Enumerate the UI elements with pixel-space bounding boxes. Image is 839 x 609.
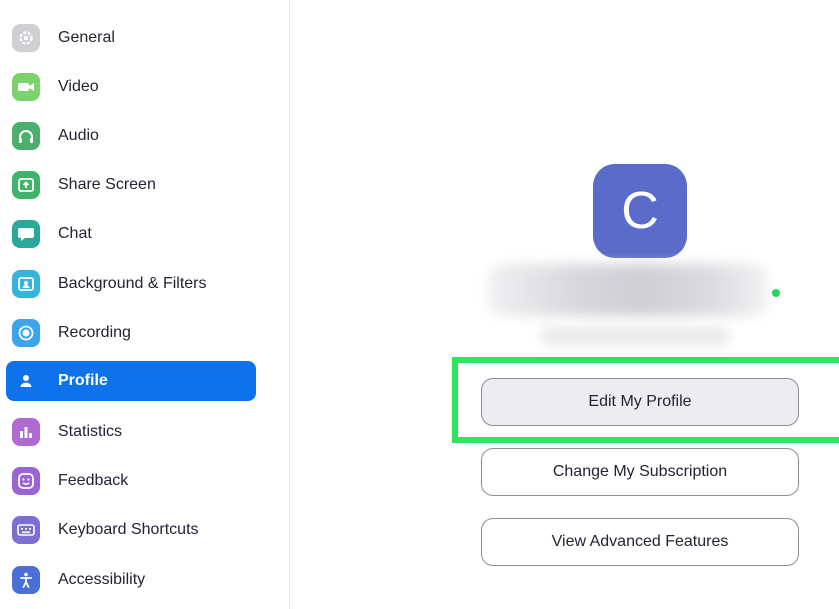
redacted-email (540, 326, 730, 346)
sidebar-item-profile[interactable]: Profile (6, 361, 256, 401)
sidebar-item-label: Chat (58, 225, 92, 242)
video-camera-icon (12, 73, 40, 101)
share-screen-icon (12, 171, 40, 199)
sidebar-item-label: Keyboard Shortcuts (58, 521, 199, 538)
sidebar-item-share-screen[interactable]: Share Screen (6, 165, 256, 205)
sidebar-item-label: General (58, 29, 115, 46)
sidebar-item-label: Profile (58, 372, 108, 389)
settings-window: General Video Audio Share Screen Chat Ba… (0, 0, 839, 609)
smiley-icon (12, 467, 40, 495)
sidebar-item-label: Audio (58, 127, 99, 144)
sidebar-item-feedback[interactable]: Feedback (6, 461, 256, 501)
sidebar-item-chat[interactable]: Chat (6, 214, 256, 254)
avatar-initial: C (621, 182, 659, 240)
keyboard-icon (12, 516, 40, 544)
headphones-icon (12, 122, 40, 150)
sidebar-item-label: Accessibility (58, 571, 146, 588)
sidebar-item-keyboard-shortcuts[interactable]: Keyboard Shortcuts (6, 510, 256, 550)
bar-chart-icon (12, 418, 40, 446)
settings-sidebar: General Video Audio Share Screen Chat Ba… (0, 0, 290, 609)
sidebar-item-label: Feedback (58, 472, 129, 489)
sidebar-item-label: Video (58, 78, 99, 95)
sidebar-item-video[interactable]: Video (6, 67, 256, 107)
avatar[interactable]: C (593, 164, 687, 258)
sidebar-item-label: Share Screen (58, 176, 156, 193)
sidebar-item-label: Recording (58, 324, 131, 341)
redacted-display-name (488, 264, 768, 316)
sidebar-item-audio[interactable]: Audio (6, 116, 256, 156)
chat-bubble-icon (12, 220, 40, 248)
sidebar-item-background-filters[interactable]: Background & Filters (6, 264, 256, 304)
sidebar-item-recording[interactable]: Recording (6, 313, 256, 353)
accessibility-icon (12, 566, 40, 594)
sidebar-item-accessibility[interactable]: Accessibility (6, 560, 256, 600)
background-person-icon (12, 270, 40, 298)
sidebar-item-label: Background & Filters (58, 275, 207, 292)
presence-status-dot (772, 289, 780, 297)
sidebar-item-general[interactable]: General (6, 18, 256, 58)
highlight-box (452, 357, 839, 443)
gear-icon (12, 24, 40, 52)
person-icon (12, 367, 40, 395)
sidebar-item-label: Statistics (58, 423, 123, 440)
view-advanced-features-button[interactable]: View Advanced Features (481, 518, 799, 566)
record-icon (12, 319, 40, 347)
sidebar-item-statistics[interactable]: Statistics (6, 412, 256, 452)
change-my-subscription-button[interactable]: Change My Subscription (481, 448, 799, 496)
